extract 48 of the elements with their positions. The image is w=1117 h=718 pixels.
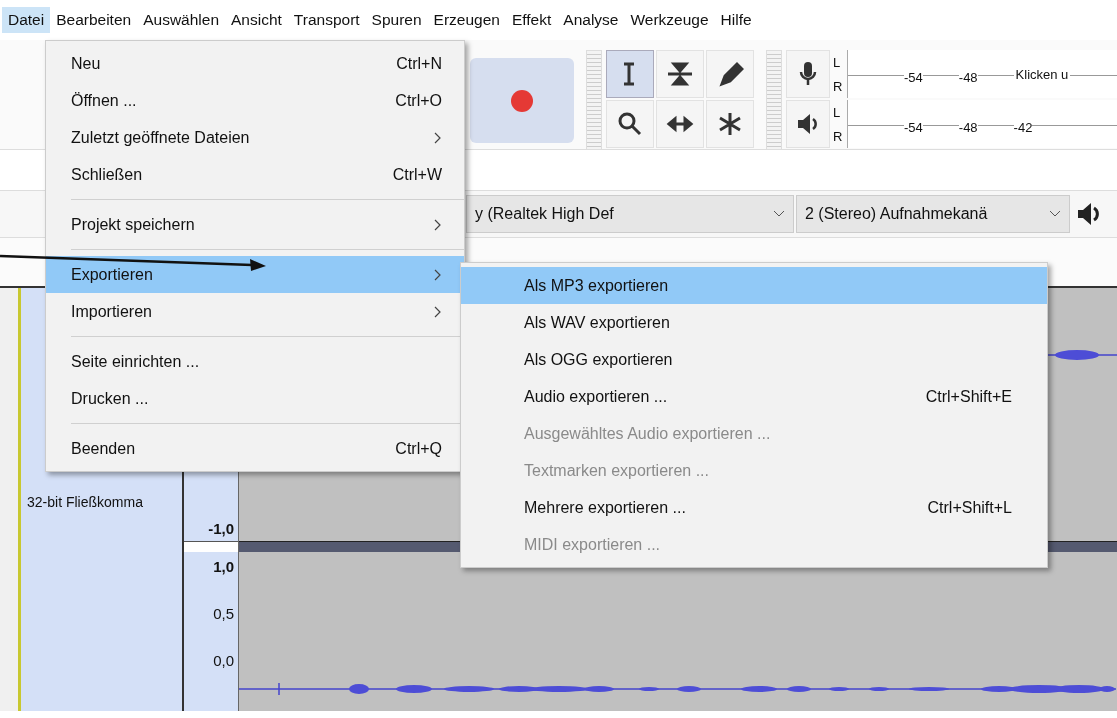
amplitude-label: 0,5	[213, 605, 234, 622]
toolbar-grip[interactable]	[766, 50, 782, 150]
microphone-icon[interactable]	[786, 50, 830, 98]
menu-item[interactable]: Als OGG exportieren	[461, 341, 1047, 378]
dropdown-caret-icon	[1049, 210, 1061, 218]
menu-item[interactable]: Mehrere exportieren ... Ctrl+Shift+L	[461, 489, 1047, 526]
i-beam-icon[interactable]	[606, 50, 654, 98]
envelope-tool-icon[interactable]	[656, 50, 704, 98]
menu-item[interactable]: Projekt speichern	[46, 206, 464, 243]
menu-item[interactable]: Neu Ctrl+N	[46, 45, 464, 82]
level-meter[interactable]: -54 -48 Klicken u	[847, 50, 1117, 98]
speaker-icon[interactable]	[786, 100, 830, 148]
menu-bar-item[interactable]: Spuren	[365, 7, 428, 33]
level-meter[interactable]: -54 -48 -42	[847, 100, 1117, 148]
channel-label: L	[833, 104, 842, 120]
zoom-icon[interactable]	[606, 100, 654, 148]
toolbar-grip[interactable]	[586, 50, 602, 150]
channels-dropdown[interactable]: 2 (Stereo) Aufnahmekanä	[796, 195, 1070, 233]
asterisk-icon[interactable]	[706, 100, 754, 148]
menu-item[interactable]: Zuletzt geöffnete Dateien	[46, 119, 464, 156]
dropdown-caret-icon	[773, 210, 785, 218]
menu-bar-item[interactable]: Ansicht	[225, 7, 288, 33]
speaker-icon[interactable]	[1076, 200, 1102, 228]
menu-bar-item[interactable]: Werkzeuge	[624, 7, 715, 33]
menu-item[interactable]: Als WAV exportieren	[461, 304, 1047, 341]
amplitude-label: 1,0	[213, 558, 234, 575]
pencil-icon[interactable]	[706, 50, 754, 98]
menu-bar-item[interactable]: Analyse	[557, 7, 625, 33]
menu-bar-item[interactable]: Hilfe	[714, 7, 758, 33]
menu-bar-item[interactable]: Erzeugen	[427, 7, 506, 33]
menu-bar-item[interactable]: Transport	[287, 7, 366, 33]
track-format-text: 32-bit Fließkomma	[27, 494, 143, 510]
amplitude-label: 0,0	[213, 652, 234, 669]
menu-bar-item[interactable]: Effekt	[505, 7, 558, 33]
menu-bar-item[interactable]: Bearbeiten	[50, 7, 138, 33]
amplitude-label: -1,0	[208, 520, 234, 537]
menu-item[interactable]: Exportieren	[46, 256, 464, 293]
record-button[interactable]	[470, 58, 574, 143]
menu-item[interactable]: Öffnen ... Ctrl+O	[46, 82, 464, 119]
channel-label: R	[833, 128, 844, 144]
menu-bar-item[interactable]: Datei	[2, 7, 51, 33]
menu-item[interactable]: Als MP3 exportieren	[461, 267, 1047, 304]
channel-label: L	[833, 54, 842, 70]
channel-label: R	[833, 78, 844, 94]
menu-bar-item[interactable]: Auswählen	[137, 7, 225, 33]
device-dropdown[interactable]: y (Realtek High Def	[466, 195, 794, 233]
menu-item[interactable]: Schließen Ctrl+W	[46, 156, 464, 193]
menu-item[interactable]: Audio exportieren ... Ctrl+Shift+E	[461, 378, 1047, 415]
